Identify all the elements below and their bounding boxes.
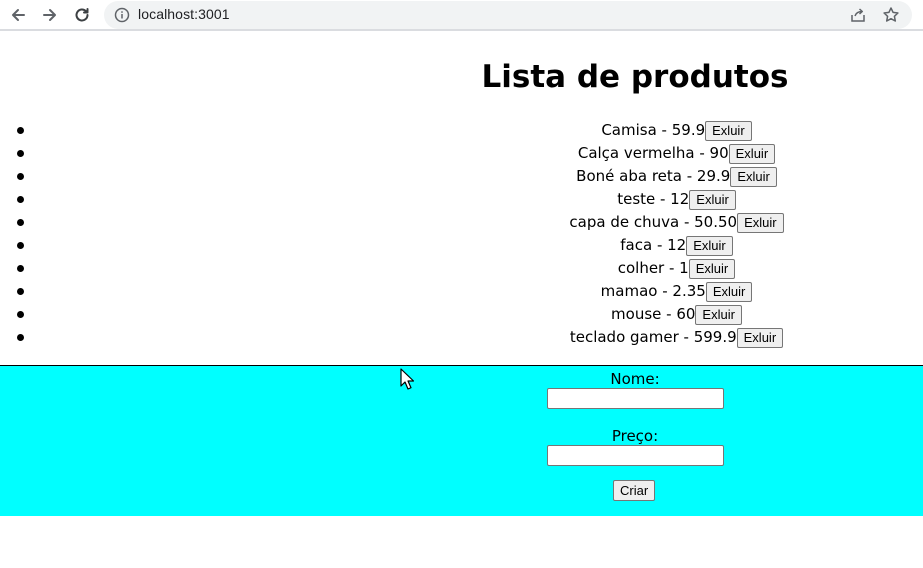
product-label: Boné aba reta - 29.9	[576, 167, 731, 185]
list-item: faca - 12 Exluir	[17, 234, 923, 257]
delete-button[interactable]: Exluir	[728, 144, 776, 164]
delete-button[interactable]: Exluir	[705, 282, 753, 302]
product-label: colher - 1	[617, 259, 689, 277]
bullet	[17, 219, 24, 226]
list-item: colher - 1 Exluir	[17, 257, 923, 280]
list-item: Calça vermelha - 90 Exluir	[17, 142, 923, 165]
bullet	[17, 288, 24, 295]
bullet	[17, 127, 24, 134]
product-label: faca - 12	[620, 236, 687, 254]
bullet	[17, 334, 24, 341]
list-item: Boné aba reta - 29.9 Exluir	[17, 165, 923, 188]
star-icon[interactable]	[882, 6, 900, 24]
list-item: capa de chuva - 50.50 Exluir	[17, 211, 923, 234]
bullet	[17, 150, 24, 157]
mouse-cursor-icon	[400, 368, 414, 390]
product-label: mamao - 2.35	[600, 282, 706, 300]
price-input[interactable]	[547, 445, 724, 466]
bullet	[17, 196, 24, 203]
list-item: Camisa - 59.9 Exluir	[17, 119, 923, 142]
delete-button[interactable]: Exluir	[705, 121, 752, 141]
arrow-left-icon	[12, 9, 25, 21]
delete-button[interactable]: Exluir	[737, 213, 784, 233]
reload-icon	[75, 8, 89, 22]
address-bar[interactable]: localhost:3001	[104, 1, 912, 29]
browser-toolbar: localhost:3001	[0, 0, 923, 31]
bullet	[17, 265, 24, 272]
url-text[interactable]: localhost:3001	[138, 6, 230, 22]
arrow-right-icon	[43, 9, 56, 21]
product-label: teste - 12	[617, 190, 690, 208]
create-button[interactable]: Criar	[613, 480, 656, 501]
name-label: Nome:	[610, 370, 660, 388]
bullet	[17, 242, 24, 249]
product-list: Camisa - 59.9 Exluir Calça vermelha - 90 E…	[0, 119, 923, 349]
list-item: mouse - 60 Exluir	[17, 303, 923, 326]
page-title: Lista de produtos	[481, 59, 789, 95]
bullet	[17, 173, 24, 180]
bullet	[17, 311, 24, 318]
product-label: mouse - 60	[611, 305, 696, 323]
list-item: mamao - 2.35 Exluir	[17, 280, 923, 303]
info-icon[interactable]	[114, 7, 130, 23]
product-label: capa de chuva - 50.50	[569, 213, 738, 231]
delete-button[interactable]: Exluir	[730, 167, 777, 187]
create-product-form: Nome: Preço: Criar	[0, 365, 923, 516]
product-label: Calça vermelha - 90	[577, 144, 729, 162]
forward-button[interactable]	[38, 4, 62, 26]
list-item: teste - 12 Exluir	[17, 188, 923, 211]
price-label: Preço:	[611, 427, 659, 445]
reload-button[interactable]	[70, 4, 94, 26]
delete-button[interactable]: Exluir	[695, 305, 742, 325]
product-label: Camisa - 59.9	[601, 121, 706, 139]
delete-button[interactable]: Exluir	[688, 259, 736, 279]
back-button[interactable]	[6, 4, 30, 26]
delete-button[interactable]: Exluir	[689, 190, 736, 210]
share-icon[interactable]	[850, 7, 867, 23]
product-label: teclado gamer - 599.9	[569, 328, 737, 346]
delete-button[interactable]: Exluir	[686, 236, 733, 256]
delete-button[interactable]: Exluir	[736, 328, 784, 348]
list-item: teclado gamer - 599.9 Exluir	[17, 326, 923, 349]
name-input[interactable]	[547, 388, 724, 409]
